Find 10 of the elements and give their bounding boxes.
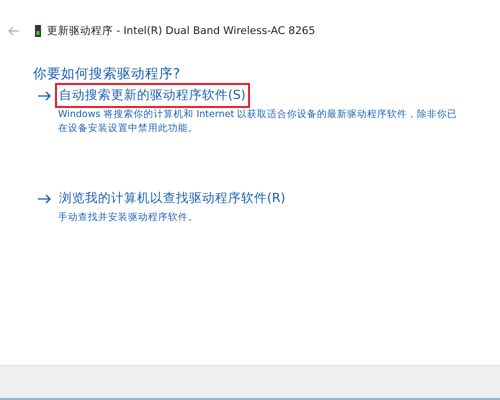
option-link[interactable]: 自动搜索更新的驱动程序软件(S) <box>55 83 250 108</box>
option-link[interactable]: 浏览我的计算机以查找驱动程序软件(R) <box>55 186 290 211</box>
page-heading: 你要如何搜索驱动程序? <box>33 65 182 83</box>
window-title: 更新驱动程序 - Intel(R) Dual Band Wireless-AC 8265 <box>47 24 316 38</box>
arrow-icon <box>37 90 51 100</box>
arrow-icon <box>37 194 51 204</box>
back-arrow-icon[interactable] <box>8 26 20 36</box>
option-description: Windows 将搜索你的计算机和 Internet 以获取适合你设备的最新驱动程序软件，除非你已在设备安装设置中禁用此功能。 <box>58 108 458 136</box>
option-description: 手动查找并安装驱动程序软件。 <box>58 211 199 225</box>
network-card-icon <box>35 25 41 37</box>
